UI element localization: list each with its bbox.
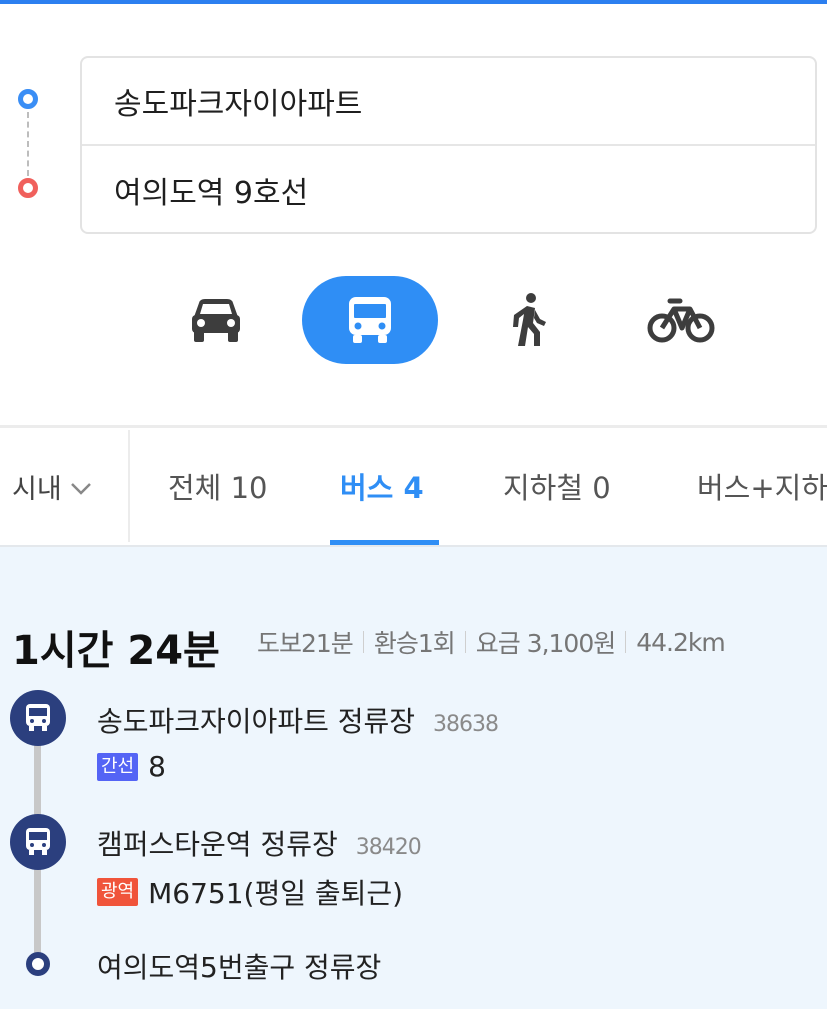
- region-filter-dropdown[interactable]: 시내: [0, 430, 130, 542]
- route-type-badge: 간선: [97, 752, 139, 781]
- chevron-down-icon: [70, 483, 91, 495]
- separator: [625, 631, 627, 653]
- separator: [362, 631, 364, 653]
- stop-code: 38420: [355, 835, 422, 860]
- region-filter-label: 시내: [12, 473, 62, 505]
- walk-time: 도보21분: [257, 629, 354, 658]
- mode-bus-button[interactable]: [302, 276, 438, 364]
- mode-car-button[interactable]: [176, 276, 256, 364]
- top-accent-bar: [0, 0, 827, 4]
- stop-1[interactable]: 송도파크자이아파트 정류장 38638: [97, 700, 499, 740]
- tab-all[interactable]: 전체 10: [168, 430, 267, 542]
- route-summary: 도보21분 환승1회 요금 3,100원 44.2km: [257, 624, 726, 660]
- walk-icon: [513, 293, 546, 346]
- bus-icon: [349, 297, 391, 343]
- route-number: 8: [148, 750, 166, 783]
- transfer-count: 환승1회: [373, 629, 456, 658]
- tab-subway[interactable]: 지하철 0: [503, 430, 611, 542]
- bus-stop-icon: [10, 814, 66, 870]
- bus-route-2[interactable]: 광역 M6751(평일 출퇴근): [97, 872, 403, 912]
- separator: [464, 631, 466, 653]
- route-number: M6751(평일 출퇴근): [148, 877, 404, 910]
- bus-stop-icon: [10, 690, 66, 746]
- destination-field[interactable]: 여의도역 9호선: [82, 146, 815, 234]
- origin-field[interactable]: 송도파크자이아파트: [82, 58, 815, 146]
- stop-name: 여의도역5번출구 정류장: [97, 951, 382, 984]
- distance: 44.2km: [636, 627, 725, 657]
- section-divider: [0, 425, 827, 428]
- stop-3[interactable]: 여의도역5번출구 정류장: [97, 946, 381, 986]
- route-connector: [27, 112, 29, 176]
- total-travel-time: 1시간 24분: [12, 628, 220, 674]
- stop-name: 캠퍼스타운역 정류장: [97, 828, 338, 861]
- fare: 요금 3,100원: [475, 629, 617, 658]
- bus-route-1[interactable]: 간선 8: [97, 750, 166, 783]
- stop-2[interactable]: 캠퍼스타운역 정류장 38420: [97, 823, 422, 863]
- tab-bus[interactable]: 버스 4: [340, 430, 424, 542]
- mode-walk-button[interactable]: [490, 276, 566, 364]
- destination-marker-icon: [18, 178, 38, 198]
- arrival-marker-icon: [26, 952, 50, 976]
- origin-marker-icon: [18, 89, 38, 109]
- route-input-box: 송도파크자이아파트 여의도역 9호선: [80, 56, 817, 234]
- car-icon: [192, 299, 240, 342]
- stop-name: 송도파크자이아파트 정류장: [97, 705, 416, 738]
- tab-bus-subway[interactable]: 버스+지하: [697, 430, 827, 542]
- route-type-badge: 광역: [97, 878, 139, 906]
- bike-icon: [647, 298, 715, 343]
- mode-bike-button[interactable]: [636, 276, 726, 364]
- stop-code: 38638: [433, 712, 499, 737]
